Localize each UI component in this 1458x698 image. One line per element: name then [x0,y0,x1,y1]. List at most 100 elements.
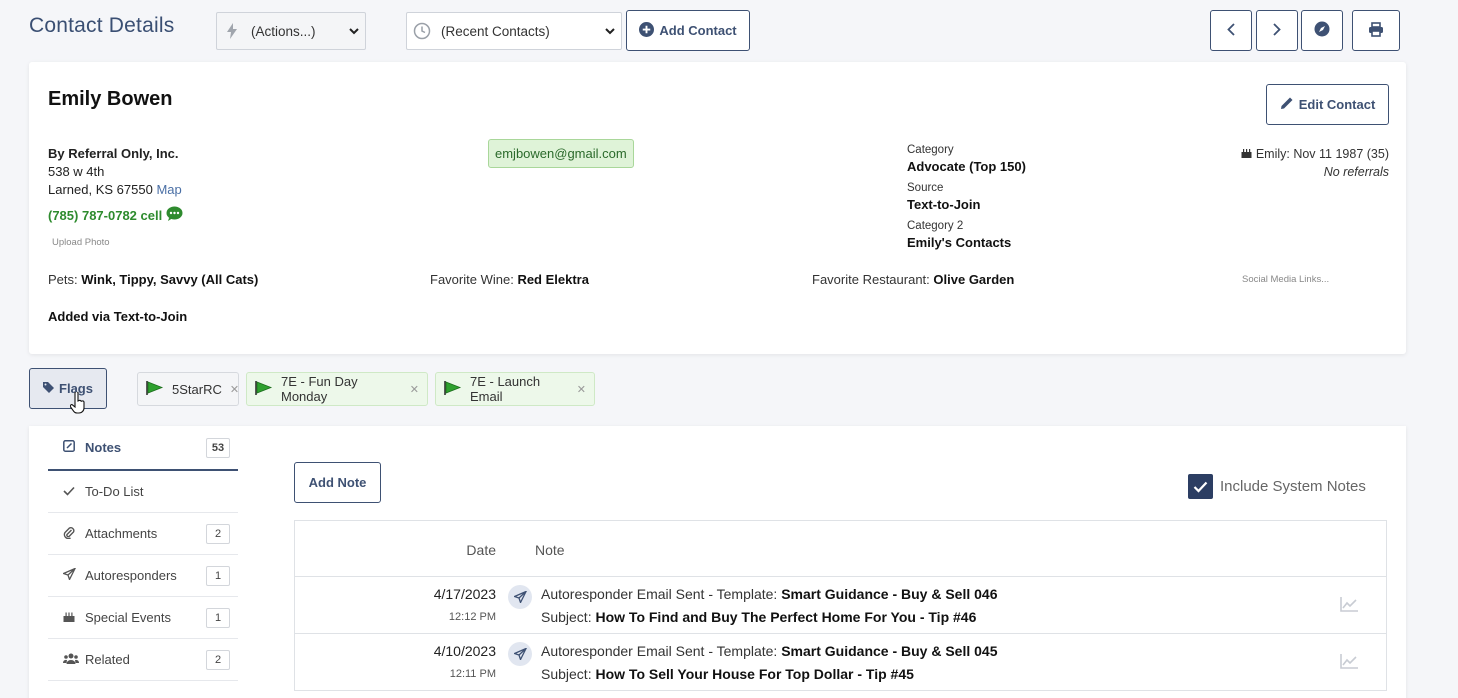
restaurant-label: Favorite Restaurant: [812,272,930,287]
note-template-prefix: Autoresponder Email Sent - Template: [541,643,778,659]
chevron-down-icon [343,27,365,35]
birthday-text: Emily: Nov 11 1987 (35) [1255,147,1389,161]
column-header-note[interactable]: Note [535,542,565,558]
sidebar-item-label: Notes [85,440,122,455]
address-block: By Referral Only, Inc. 538 w 4th Larned,… [48,145,182,199]
count-badge: 53 [206,437,230,458]
flags-button[interactable]: Flags [29,368,107,409]
compass-icon [1314,21,1330,40]
notes-table: Date Note 4/17/2023 12:12 PM Autorespond… [294,520,1387,691]
social-media-links[interactable]: Social Media Links... [1242,274,1329,285]
actions-select[interactable]: (Actions...) [216,12,366,50]
flag-chip[interactable]: 5StarRC ✕ [137,372,239,406]
note-template-name: Smart Guidance - Buy & Sell 046 [781,586,998,602]
count-badge: 2 [206,523,230,544]
upload-photo-link[interactable]: Upload Photo [52,237,110,248]
sidebar-item-related[interactable]: Related 2 [48,639,238,681]
sidebar-item-notes[interactable]: Notes 53 [48,426,238,471]
sidebar-item-label: Autoresponders [85,568,177,583]
phone-text: (785) 787-0782 cell [48,207,163,223]
table-row[interactable]: 4/17/2023 12:12 PM Autoresponder Email S… [295,577,1386,634]
add-contact-label: Add Contact [659,23,737,38]
contact-name: Emily Bowen [48,88,173,110]
phone-number[interactable]: (785) 787-0782 cell [48,206,183,224]
pets-field: Pets: Wink, Tippy, Savvy (All Cats) [48,272,258,287]
flag-icon [444,380,462,398]
next-contact-button[interactable] [1256,10,1298,51]
flag-icon [255,380,273,398]
referrals-text: No referrals [1323,165,1389,179]
count-badge: 1 [206,565,230,586]
add-contact-button[interactable]: Add Contact [626,10,750,51]
chevron-left-icon [1227,22,1235,39]
wine-label: Favorite Wine: [430,272,514,287]
edit-contact-label: Edit Contact [1298,97,1376,112]
email-badge[interactable]: emjbowen@gmail.com [488,139,634,168]
include-system-notes[interactable]: Include System Notes [1188,474,1366,499]
source-value: Text-to-Join [907,197,981,212]
note-subject: How To Sell Your House For Top Dollar - … [595,666,914,682]
recent-contacts-value: (Recent Contacts) [441,23,550,39]
print-button[interactable] [1352,10,1400,51]
recent-contacts-select[interactable]: (Recent Contacts) [406,12,622,50]
wine-value: Red Elektra [517,272,589,287]
pets-label: Pets: [48,272,78,287]
flag-chip[interactable]: 7E - Fun Day Monday ✕ [246,372,428,406]
remove-flag-icon[interactable]: ✕ [410,383,419,396]
flag-chip[interactable]: 7E - Launch Email ✕ [435,372,595,406]
birthday-cake-icon [1241,147,1255,161]
clock-icon [407,13,437,49]
sidebar-item-todo[interactable]: To-Do List [48,471,238,513]
edit-contact-button[interactable]: Edit Contact [1266,84,1389,125]
checkbox-checked-icon[interactable] [1188,474,1213,499]
text-message-icon[interactable] [166,206,183,224]
note-date: 4/17/2023 [433,586,496,602]
count-badge: 2 [206,649,230,670]
note-time: 12:12 PM [448,611,496,623]
sidebar-item-label: Special Events [85,610,171,625]
printer-icon [1368,21,1384,40]
company-name: By Referral Only, Inc. [48,146,179,161]
note-line-subject: Subject: How To Sell Your House For Top … [541,666,914,682]
column-header-date[interactable]: Date [466,542,496,558]
birthday-block: Emily: Nov 11 1987 (35) No referrals [1241,145,1389,181]
table-row[interactable]: 4/10/2023 12:11 PM Autoresponder Email S… [295,634,1386,691]
sidebar-item-label: To-Do List [85,484,144,499]
lightning-icon [217,13,247,49]
paperclip-icon [63,526,85,542]
sidebar-item-label: Attachments [85,526,158,541]
table-header: Date Note [295,521,1386,577]
note-template-prefix: Autoresponder Email Sent - Template: [541,586,778,602]
sidebar-item-label: Related [85,652,130,667]
remove-flag-icon[interactable]: ✕ [577,383,586,396]
page-title: Contact Details [29,14,175,37]
remove-flag-icon[interactable]: ✕ [230,383,239,396]
cake-icon [63,610,85,625]
wine-field: Favorite Wine: Red Elektra [430,272,589,287]
chevron-down-icon [599,27,621,35]
note-template-name: Smart Guidance - Buy & Sell 045 [781,643,998,659]
flag-label: 5StarRC [172,381,222,397]
plus-circle-icon [639,21,655,40]
chart-icon[interactable] [1340,654,1358,674]
source-label: Source [907,182,944,194]
notes-panel: Notes 53 To-Do List Attachments 2 Autore… [29,426,1406,698]
add-note-button[interactable]: Add Note [294,462,381,503]
count-badge: 1 [206,607,230,628]
actions-select-value: (Actions...) [251,23,316,39]
note-line-template: Autoresponder Email Sent - Template: Sma… [541,586,998,602]
previous-contact-button[interactable] [1210,10,1252,51]
sidebar-item-attachments[interactable]: Attachments 2 [48,513,238,555]
note-line-subject: Subject: How To Find and Buy The Perfect… [541,609,976,625]
category2-value: Emily's Contacts [907,235,1012,250]
restaurant-value: Olive Garden [933,272,1015,287]
map-link[interactable]: Map [156,182,181,197]
chevron-right-icon [1273,22,1281,39]
paper-plane-icon [508,642,532,666]
sidebar-item-autoresponders[interactable]: Autoresponders 1 [48,555,238,597]
paper-plane-icon [508,585,532,609]
category2-label: Category 2 [907,220,964,232]
compass-button[interactable] [1301,10,1343,51]
chart-icon[interactable] [1340,597,1358,617]
sidebar-item-special-events[interactable]: Special Events 1 [48,597,238,639]
